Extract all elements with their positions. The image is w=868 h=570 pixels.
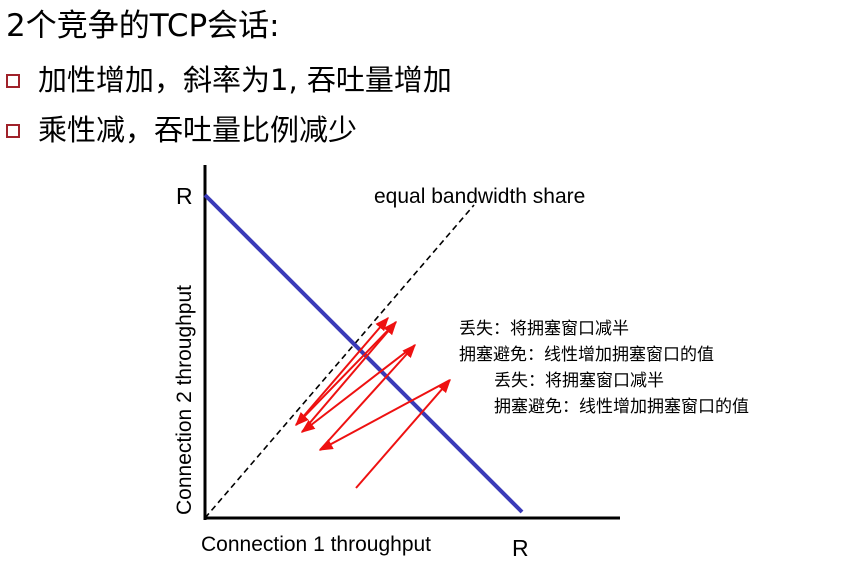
throughput-diagram: R R equal bandwidth share Connection 1 t…: [173, 165, 749, 561]
x-axis-label: Connection 1 throughput: [201, 533, 431, 556]
annotation-loss-2: 丢失：将拥塞窗口减半: [494, 371, 664, 391]
y-axis-label: Connection 2 throughput: [173, 285, 196, 515]
annotation-avoid-2: 拥塞避免：线性增加拥塞窗口的值: [494, 397, 749, 417]
throughput-trajectory: [295, 316, 451, 489]
r-label-y: R: [176, 183, 193, 209]
annotation-loss-1: 丢失：将拥塞窗口减半: [459, 319, 629, 339]
diagonal-label: equal bandwidth share: [374, 185, 585, 208]
trajectory-segment: [318, 379, 451, 451]
trajectory-segment: [319, 343, 416, 451]
equal-share-line: [204, 204, 475, 519]
trajectory-segment: [355, 378, 451, 489]
r-label-x: R: [512, 535, 529, 561]
annotation-avoid-1: 拥塞避免：线性增加拥塞窗口的值: [459, 345, 714, 365]
